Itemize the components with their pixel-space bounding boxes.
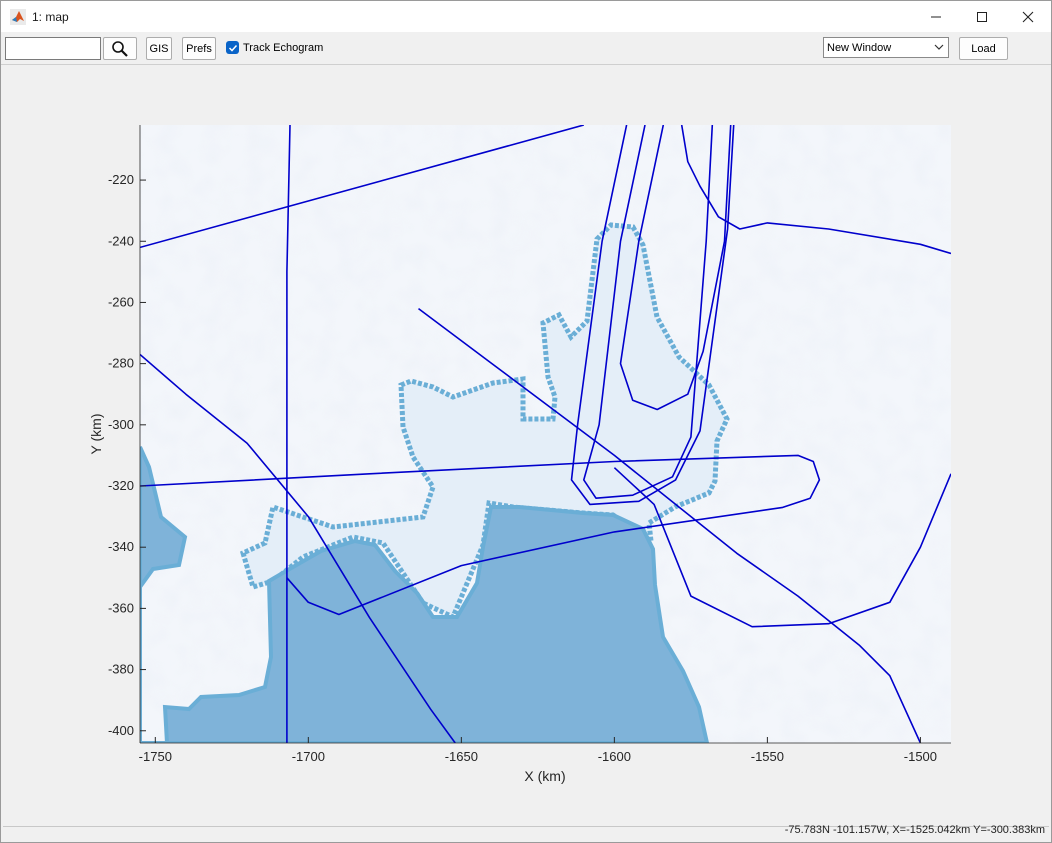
y-tick-label: -280 [108,356,134,371]
window-select[interactable]: New Window [823,37,949,58]
gis-button[interactable]: GIS [146,37,172,60]
toolbar: GIS Prefs Track Echogram New Window Load [1,32,1051,65]
window-title: 1: map [32,9,69,24]
track-echogram-toggle[interactable]: Track Echogram [226,41,323,54]
track-echogram-checkbox[interactable] [226,41,239,54]
x-tick-label: -1700 [292,749,325,764]
y-tick-label: -380 [108,662,134,677]
cursor-coordinates: -75.783N -101.157W, X=-1525.042km Y=-300… [784,824,1045,836]
chevron-down-icon [934,44,944,50]
x-axis-label: X (km) [524,768,565,784]
status-bar: -75.783N -101.157W, X=-1525.042km Y=-300… [3,824,1049,842]
figure-area: -1750 -1700 -1650 -1600 -1550 -1500 -220 -240 -… [3,67,1049,825]
search-button[interactable] [103,37,137,60]
minimize-button[interactable] [913,1,959,32]
x-tick-label: -1550 [751,749,784,764]
y-tick-label: -260 [108,294,134,309]
track-echogram-label: Track Echogram [243,41,324,54]
y-tick-label: -320 [108,478,134,493]
basemap [140,125,951,743]
maximize-icon [977,11,987,22]
search-input[interactable] [5,37,101,60]
minimize-icon [931,16,941,17]
map-plot[interactable]: -1750 -1700 -1650 -1600 -1550 -1500 -220 -240 -… [3,67,1049,825]
y-tick-label: -220 [108,172,134,187]
magnifier-icon [112,40,128,57]
prefs-button[interactable]: Prefs [182,37,216,60]
x-tick-label: -1600 [598,749,631,764]
y-tick-label: -400 [108,723,134,738]
y-tick-label: -240 [108,233,134,248]
y-tick-label: -360 [108,600,134,615]
title-bar[interactable]: 1: map [1,1,1051,32]
window-controls [913,1,1051,32]
window-select-value: New Window [827,41,892,54]
x-tick-label: -1750 [139,749,172,764]
x-tick-label: -1500 [904,749,937,764]
checkmark-icon [228,44,237,52]
x-tick-label: -1650 [445,749,478,764]
y-tick-label: -300 [108,417,134,432]
close-button[interactable] [1005,1,1051,32]
app-window: 1: map GIS Prefs Track Echogram New Wind… [0,0,1052,843]
close-icon [1022,11,1034,22]
matlab-icon [10,8,26,25]
y-tick-label: -340 [108,539,134,554]
y-axis-label: Y (km) [88,414,104,455]
load-button[interactable]: Load [959,37,1008,60]
maximize-button[interactable] [959,1,1005,32]
